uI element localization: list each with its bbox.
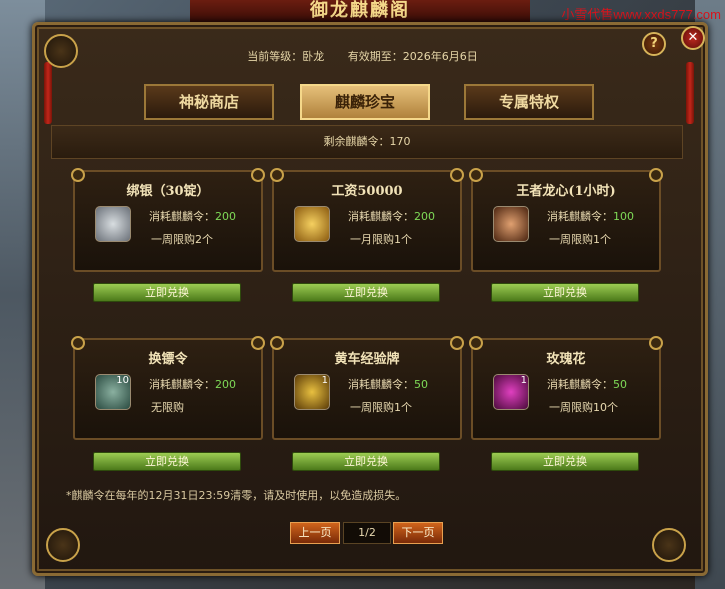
item-cost: 消耗麒麟令：50 bbox=[547, 376, 627, 392]
cost-label: 消耗麒麟令： bbox=[348, 378, 414, 391]
escort-token-icon: 10 bbox=[95, 374, 131, 410]
page-indicator: 1/2 bbox=[343, 522, 391, 544]
cost-label: 消耗麒麟令： bbox=[547, 378, 613, 391]
yellow-cart-icon: 1 bbox=[294, 374, 330, 410]
watermark: 小雪代售www.xxds777.com bbox=[561, 7, 721, 22]
item-cost: 消耗麒麟令：50 bbox=[348, 376, 428, 392]
question-icon: ? bbox=[650, 36, 658, 51]
item-name: 换镖令 bbox=[148, 352, 188, 367]
remaining-tokens: 剩余麒麟令：170 bbox=[51, 125, 683, 159]
gold-scroll-icon bbox=[294, 206, 330, 242]
item-name: 王者龙心(1小时) bbox=[516, 184, 616, 199]
tab-qilin-treasure[interactable]: 麒麟珍宝 bbox=[300, 84, 430, 120]
current-level: 当前等级：卧龙 bbox=[247, 50, 325, 63]
red-pillar-left bbox=[44, 62, 52, 124]
cost-value: 200 bbox=[215, 210, 236, 223]
cost-label: 消耗麒麟令： bbox=[149, 210, 215, 223]
item-cost: 消耗麒麟令：200 bbox=[149, 208, 236, 224]
status-line: 当前等级：卧龙 有效期至：2026年6月6日 bbox=[0, 48, 725, 64]
prev-page-button[interactable]: 上一页 bbox=[290, 522, 340, 544]
cost-value: 200 bbox=[414, 210, 435, 223]
cost-label: 消耗麒麟令： bbox=[348, 210, 414, 223]
item-card: 绑银（30锭） 消耗麒麟令：200 一周限购2个 bbox=[71, 168, 265, 272]
close-icon: ✕ bbox=[687, 30, 699, 45]
help-button[interactable]: ? bbox=[642, 32, 666, 56]
corner-ornament bbox=[46, 528, 80, 562]
item-limit: 一周限购10个 bbox=[549, 401, 618, 414]
rose-icon: 1 bbox=[493, 374, 529, 410]
item-card: 王者龙心(1小时) 消耗麒麟令：100 一周限购1个 bbox=[469, 168, 663, 272]
item-name: 绑银（30锭） bbox=[126, 184, 210, 199]
tab-mystery-shop[interactable]: 神秘商店 bbox=[144, 84, 274, 120]
item-quantity: 10 bbox=[116, 375, 129, 386]
item-name: 玫瑰花 bbox=[546, 352, 586, 367]
title-banner: 御龙麒麟阁 bbox=[190, 0, 530, 24]
item-limit: 一月限购1个 bbox=[350, 233, 412, 246]
item-name: 工资50000 bbox=[331, 184, 403, 199]
red-pillar-right bbox=[686, 62, 694, 124]
corner-ornament bbox=[652, 528, 686, 562]
item-card: 换镖令 10 消耗麒麟令：200 无限购 bbox=[71, 336, 265, 440]
next-page-button[interactable]: 下一页 bbox=[393, 522, 443, 544]
item-quantity: 1 bbox=[321, 375, 328, 386]
item-limit: 一周限购1个 bbox=[350, 401, 412, 414]
redeem-button[interactable]: 立即兑换 bbox=[93, 452, 241, 471]
cost-value: 50 bbox=[613, 378, 627, 391]
item-card: 黄车经验牌 1 消耗麒麟令：50 一周限购1个 bbox=[270, 336, 464, 440]
item-cost: 消耗麒麟令：100 bbox=[547, 208, 634, 224]
item-quantity: 1 bbox=[520, 375, 527, 386]
item-card: 工资50000 消耗麒麟令：200 一月限购1个 bbox=[270, 168, 464, 272]
reset-note: *麒麟令在每年的12月31日23:59清零，请及时使用，以免造成损失。 bbox=[66, 489, 407, 502]
cost-label: 消耗麒麟令： bbox=[149, 378, 215, 391]
tab-exclusive-privilege[interactable]: 专属特权 bbox=[464, 84, 594, 120]
expiry-date: 有效期至：2026年6月6日 bbox=[347, 50, 478, 63]
item-limit: 无限购 bbox=[151, 401, 184, 414]
item-limit: 一周限购2个 bbox=[151, 233, 213, 246]
item-limit: 一周限购1个 bbox=[549, 233, 611, 246]
cost-value: 100 bbox=[613, 210, 634, 223]
cost-value: 200 bbox=[215, 378, 236, 391]
item-cost: 消耗麒麟令：200 bbox=[149, 376, 236, 392]
close-button[interactable]: ✕ bbox=[681, 26, 705, 50]
cost-value: 50 bbox=[414, 378, 428, 391]
silver-ingot-icon bbox=[95, 206, 131, 242]
cost-label: 消耗麒麟令： bbox=[547, 210, 613, 223]
redeem-button[interactable]: 立即兑换 bbox=[491, 283, 639, 302]
dragon-heart-icon bbox=[493, 206, 529, 242]
item-card: 玫瑰花 1 消耗麒麟令：50 一周限购10个 bbox=[469, 336, 663, 440]
redeem-button[interactable]: 立即兑换 bbox=[491, 452, 639, 471]
redeem-button[interactable]: 立即兑换 bbox=[292, 283, 440, 302]
item-name: 黄车经验牌 bbox=[334, 352, 400, 367]
redeem-button[interactable]: 立即兑换 bbox=[93, 283, 241, 302]
item-cost: 消耗麒麟令：200 bbox=[348, 208, 435, 224]
redeem-button[interactable]: 立即兑换 bbox=[292, 452, 440, 471]
